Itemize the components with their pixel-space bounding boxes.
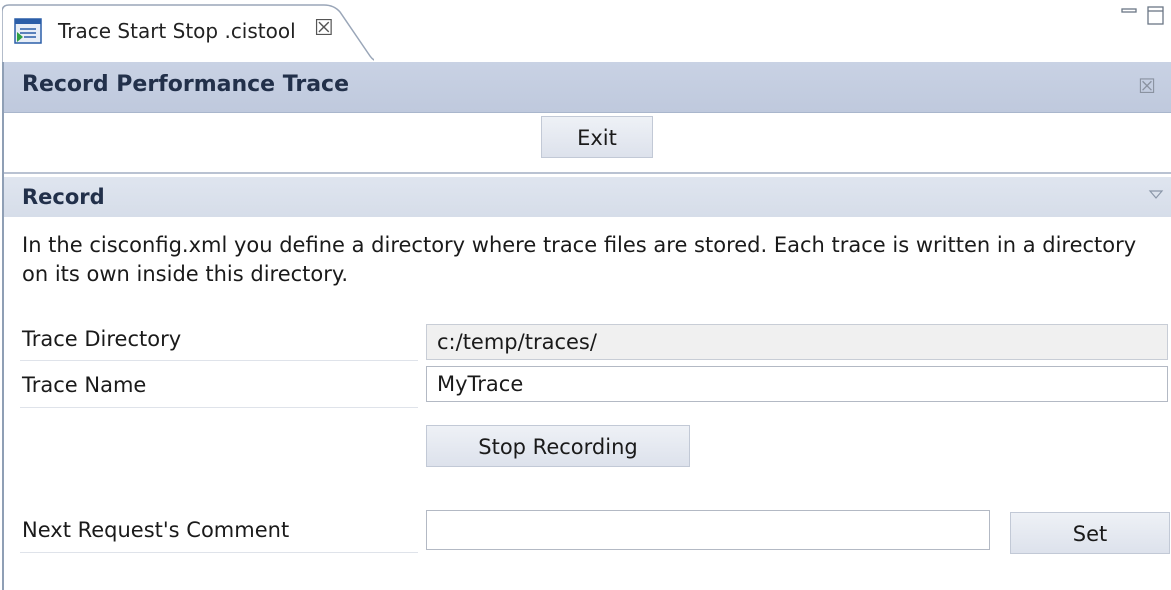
trace-name-input[interactable] [426, 366, 1168, 402]
editor-tab-bar: Trace Start Stop .cistool ☒ [0, 0, 1171, 62]
tab-title: Trace Start Stop .cistool [58, 19, 296, 43]
label-underline [20, 360, 418, 361]
editor-frame: Record Performance Trace ☒ Exit Record I… [2, 62, 1171, 590]
label-underline [20, 552, 418, 553]
form-header: Record Performance Trace ☒ [4, 62, 1171, 113]
section-separator [4, 172, 1171, 174]
exit-button[interactable]: Exit [541, 116, 653, 158]
label-underline [20, 407, 418, 408]
tab-close-icon[interactable]: ☒ [314, 16, 334, 41]
next-request-comment-label: Next Request's Comment [22, 518, 290, 542]
form-close-icon[interactable]: ☒ [1138, 74, 1156, 98]
collapse-triangle-icon[interactable] [1147, 185, 1165, 203]
trace-directory-field: c:/temp/traces/ [426, 324, 1168, 360]
stop-recording-button[interactable]: Stop Recording [426, 425, 690, 467]
set-button[interactable]: Set [1010, 512, 1170, 554]
form-title: Record Performance Trace [22, 72, 350, 97]
editor-file-icon [14, 18, 42, 44]
record-description: In the cisconfig.xml you define a direct… [22, 233, 1137, 286]
trace-name-label: Trace Name [22, 373, 147, 397]
trace-directory-label: Trace Directory [22, 327, 182, 351]
minimize-view-icon[interactable] [1120, 2, 1138, 18]
editor-tab[interactable]: Trace Start Stop .cistool ☒ [2, 4, 374, 62]
next-request-comment-input[interactable] [426, 510, 990, 550]
maximize-view-icon[interactable] [1146, 2, 1166, 26]
record-section-header[interactable]: Record [4, 177, 1171, 217]
record-section-title: Record [22, 185, 105, 209]
